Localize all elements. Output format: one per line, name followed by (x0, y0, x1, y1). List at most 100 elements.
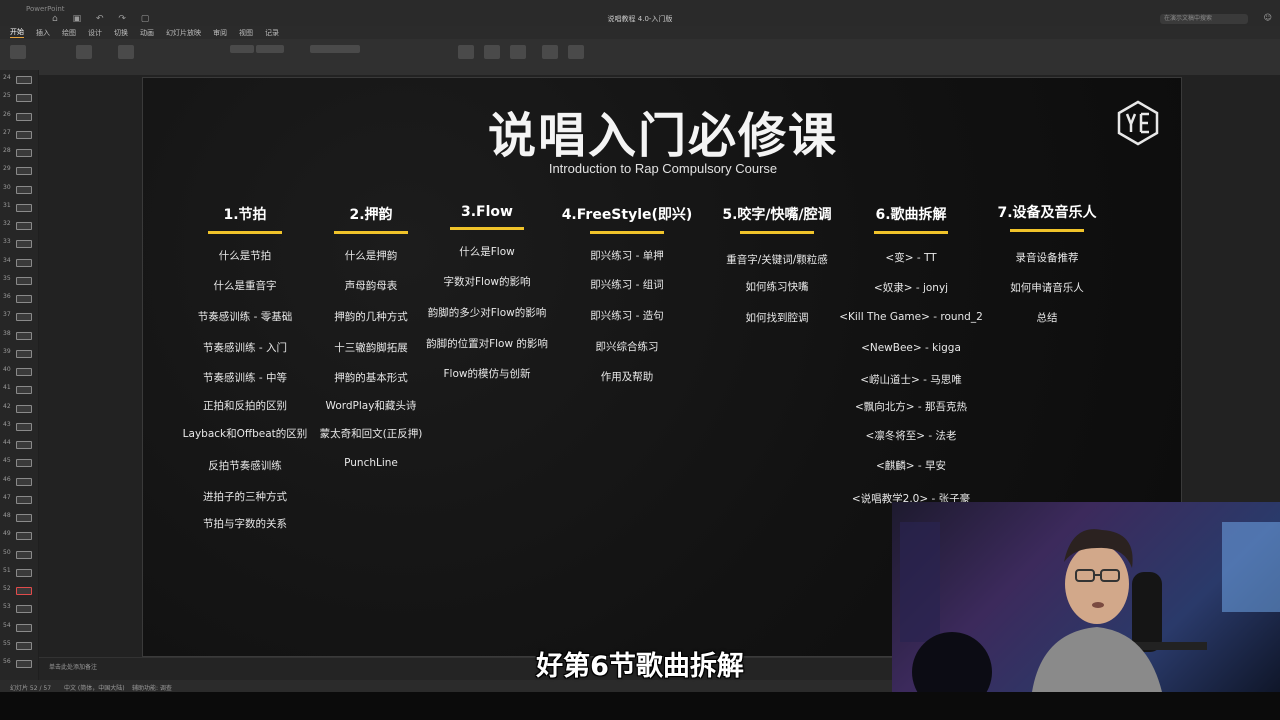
slide-counter: 幻灯片 52 / 57 (10, 685, 52, 692)
slide-thumbnail[interactable]: 45 (0, 453, 38, 471)
slide-thumbnail[interactable]: 43 (0, 417, 38, 435)
topic-item: 作用及帮助 (600, 371, 654, 383)
slide-thumbnail-preview (16, 276, 32, 285)
slide-thumbnail[interactable]: 41 (0, 380, 38, 398)
slide-thumbnail-preview (16, 404, 32, 413)
slide-thumbnail[interactable]: 37 (0, 307, 38, 325)
slide-thumbnail[interactable]: 24 (0, 70, 38, 88)
slide-thumbnail[interactable]: 30 (0, 180, 38, 198)
topic-item: 蒙太奇和回文(正反押) (319, 428, 423, 440)
slide-thumbnail-preview (16, 130, 32, 139)
slide-thumbnail[interactable]: 50 (0, 545, 38, 563)
slide-thumbnail[interactable]: 46 (0, 472, 38, 490)
topic-item: <崂山道士> - 马思唯 (860, 374, 962, 386)
picture-icon[interactable] (458, 45, 474, 59)
topic-item: <凛冬将至> - 法老 (865, 430, 957, 442)
ribbon-tab[interactable]: 动画 (140, 28, 154, 38)
column-underline (450, 227, 524, 230)
slide-thumbnail-preview (16, 568, 32, 577)
slide-thumbnail-preview (16, 112, 32, 121)
column-underline (740, 231, 814, 234)
ribbon-tab[interactable]: 切换 (114, 28, 128, 38)
topic-item: 即兴练习 - 组词 (590, 279, 664, 291)
quick-styles-icon[interactable] (568, 45, 584, 59)
slide-thumbnail[interactable]: 48 (0, 508, 38, 526)
new-slide-icon[interactable] (76, 45, 92, 59)
slide-thumbnail-preview (16, 495, 32, 504)
slide-thumbnail[interactable]: 49 (0, 526, 38, 544)
language-status[interactable]: 中文 (简体，中国大陆) (64, 683, 125, 692)
slide-number: 35 (3, 274, 11, 282)
slide-thumbnail-preview (16, 185, 32, 194)
topic-item: 即兴综合练习 (595, 341, 659, 353)
ribbon-tab[interactable]: 记录 (265, 28, 279, 38)
slide-thumbnail-preview (16, 349, 32, 358)
slide-thumbnail[interactable]: 28 (0, 143, 38, 161)
slide-thumbnail[interactable]: 27 (0, 125, 38, 143)
slide-thumbnail-preview (16, 94, 32, 103)
slide-thumbnail-preview (16, 386, 32, 395)
slide-thumbnail-preview (16, 331, 32, 340)
slide-thumbnail[interactable]: 34 (0, 253, 38, 271)
slide-title: 说唱入门必修课 (487, 108, 838, 164)
slide-number: 30 (3, 183, 11, 191)
slide-thumbnail[interactable]: 25 (0, 88, 38, 106)
share-icon[interactable]: ☺ (1264, 13, 1272, 22)
slide-thumbnail[interactable]: 54 (0, 618, 38, 636)
course-column: 7.设备及音乐人 录音设备推荐 如何申请音乐人 总结 (962, 202, 1132, 324)
slide-thumbnail[interactable]: 39 (0, 344, 38, 362)
slide-number: 40 (3, 366, 11, 373)
course-column: 4.FreeStyle(即兴) 即兴练习 - 单押 即兴练习 - 组词 即兴练习 - … (542, 204, 712, 383)
ribbon-tab[interactable]: 幻灯片放映 (166, 28, 201, 38)
slide-thumbnail-preview (16, 459, 32, 468)
topic-item: WordPlay和藏头诗 (325, 400, 417, 412)
slide-thumbnail[interactable]: 33 (0, 234, 38, 252)
slide-thumbnail[interactable]: 32 (0, 216, 38, 234)
ribbon-tab[interactable]: 设计 (88, 28, 102, 38)
slide-thumbnail[interactable]: 44 (0, 435, 38, 453)
slide-thumbnail-preview (16, 368, 32, 376)
layout-icon[interactable] (118, 45, 134, 59)
slide-thumbnail-preview (16, 167, 32, 176)
slide-thumbnail[interactable]: 42 (0, 399, 38, 417)
format-buttons[interactable] (310, 45, 360, 53)
ribbon-tab[interactable]: 审阅 (213, 28, 227, 38)
slide-thumbnail-preview (16, 623, 32, 632)
ribbon-tab[interactable]: 开始 (10, 27, 24, 38)
slide-thumbnail[interactable]: 36 (0, 289, 38, 307)
arrange-icon[interactable] (542, 45, 558, 59)
slide-number: 42 (3, 402, 11, 410)
slide-number: 26 (3, 110, 11, 118)
slide-thumbnail[interactable]: 38 (0, 326, 38, 344)
ribbon-tab[interactable]: 插入 (36, 28, 50, 38)
slide-thumbnail[interactable]: 29 (0, 161, 38, 179)
paste-icon[interactable] (10, 45, 26, 59)
ribbon-tab[interactable]: 绘图 (62, 28, 76, 38)
slide-thumbnail[interactable]: 47 (0, 490, 38, 508)
slide-thumbnail-panel[interactable]: 24 25 26 27 28 29 30 31 32 33 34 35 36 37 38 39 40 41 42 43… (0, 70, 39, 680)
textbox-icon[interactable] (510, 45, 526, 59)
slide-number: 25 (3, 92, 11, 100)
font-field[interactable] (256, 45, 284, 53)
slide-thumbnail[interactable]: 52 (0, 581, 38, 599)
accessibility-status[interactable]: 辅助功能: 调查 (132, 683, 172, 692)
ribbon-tab[interactable]: 视图 (239, 28, 253, 38)
slide-thumbnail-preview (16, 258, 32, 267)
document-title: 说唱教程 4.0-入门版 (607, 15, 673, 23)
slide-thumbnail[interactable]: 26 (0, 107, 38, 125)
slide-number: 45 (3, 457, 11, 465)
column-underline (590, 231, 664, 234)
shapes-icon[interactable] (484, 45, 500, 59)
column-underline (334, 231, 408, 234)
slide-number: 31 (3, 201, 11, 209)
slide-thumbnail-preview (16, 514, 32, 522)
slide-thumbnail-preview (16, 222, 32, 230)
font-size-field[interactable] (230, 45, 254, 53)
slide-thumbnail[interactable]: 31 (0, 198, 38, 216)
slide-thumbnail[interactable]: 35 (0, 271, 38, 289)
slide-thumbnail[interactable]: 51 (0, 563, 38, 581)
search-input[interactable]: 在演示文稿中搜索 (1160, 14, 1248, 24)
topic-item: 即兴练习 - 单押 (590, 250, 664, 262)
slide-thumbnail[interactable]: 53 (0, 599, 38, 617)
slide-thumbnail[interactable]: 40 (0, 362, 38, 380)
